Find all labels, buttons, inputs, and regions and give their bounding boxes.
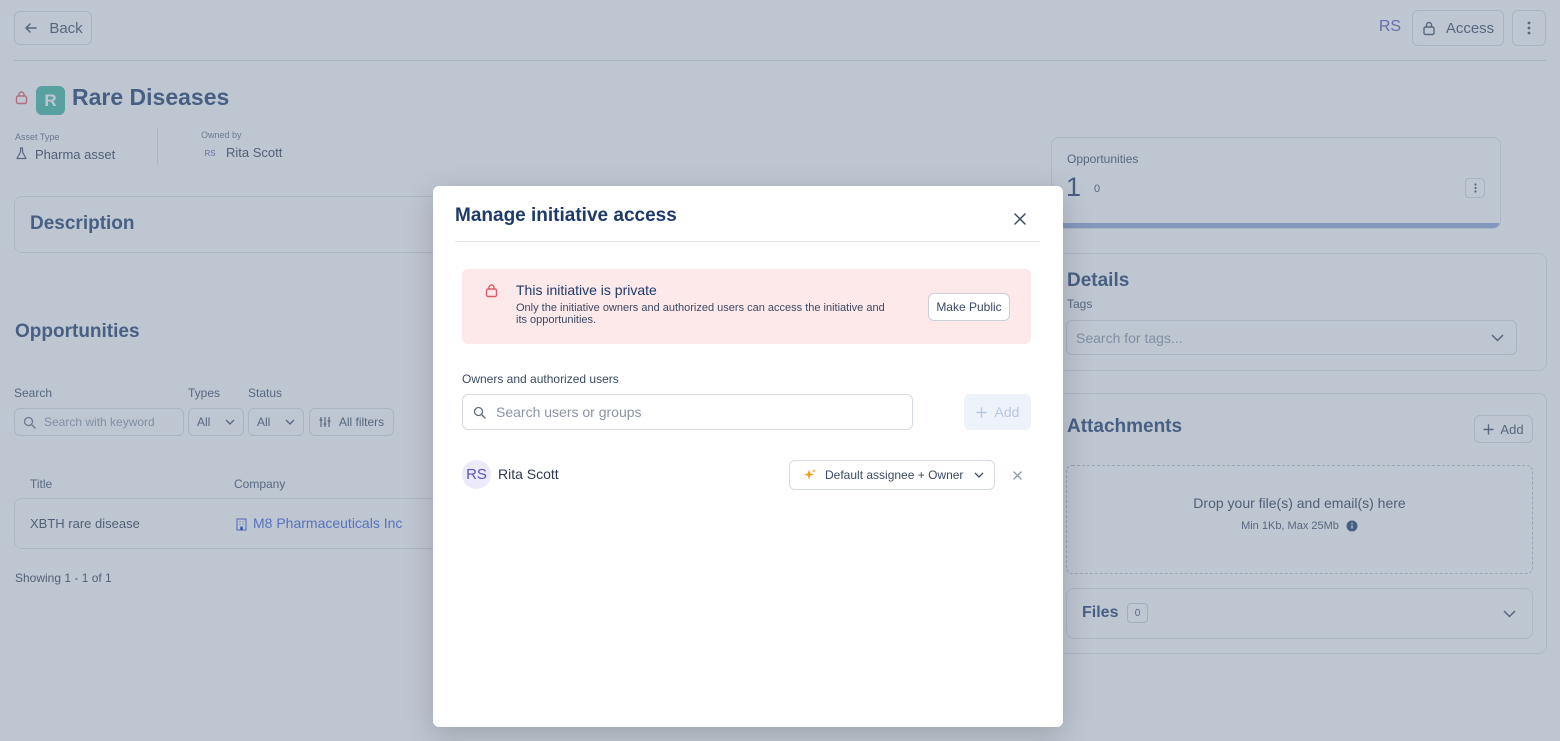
sparkle-icon bbox=[804, 469, 816, 480]
user-role-value: Default assignee + Owner bbox=[825, 468, 964, 482]
remove-user-button[interactable] bbox=[1008, 466, 1026, 484]
make-public-label: Make Public bbox=[936, 300, 1002, 314]
user-item-name: Rita Scott bbox=[498, 466, 559, 482]
users-section-label: Owners and authorized users bbox=[462, 372, 619, 386]
user-item-initials: RS bbox=[466, 466, 487, 483]
private-alert: This initiative is private Only the init… bbox=[462, 269, 1031, 344]
alert-title: This initiative is private bbox=[516, 282, 657, 298]
close-icon bbox=[1014, 213, 1026, 225]
avatar: RS bbox=[462, 460, 491, 489]
user-search-placeholder: Search users or groups bbox=[496, 404, 642, 420]
user-list-item: RS Rita Scott Default assignee + Owner bbox=[462, 458, 1033, 491]
user-search-input[interactable]: Search users or groups bbox=[462, 394, 913, 430]
modal-close-button[interactable] bbox=[1007, 206, 1033, 232]
manage-access-modal: Manage initiative access This initiative… bbox=[433, 186, 1063, 727]
add-user-button[interactable]: Add bbox=[964, 394, 1031, 430]
modal-header-divider bbox=[455, 241, 1040, 242]
add-user-label: Add bbox=[994, 404, 1020, 420]
plus-icon bbox=[975, 406, 987, 418]
user-role-select[interactable]: Default assignee + Owner bbox=[789, 460, 995, 490]
modal-title: Manage initiative access bbox=[455, 205, 677, 226]
search-icon bbox=[473, 406, 486, 419]
chevron-down-icon bbox=[974, 472, 984, 478]
make-public-button[interactable]: Make Public bbox=[928, 293, 1010, 321]
alert-body: Only the initiative owners and authorize… bbox=[516, 302, 885, 326]
close-icon bbox=[1012, 470, 1022, 480]
lock-icon bbox=[485, 284, 498, 298]
